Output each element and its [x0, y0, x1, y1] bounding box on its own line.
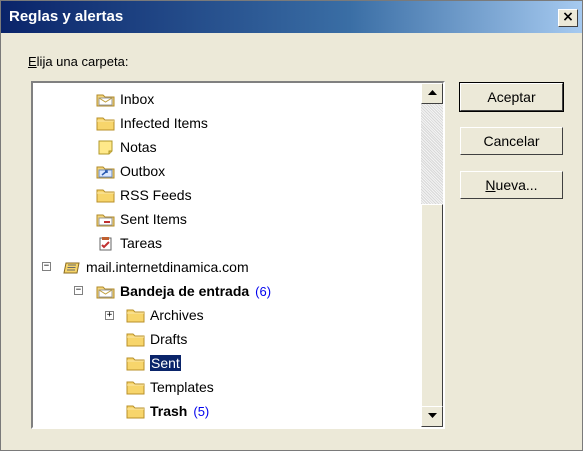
- folder-icon: [126, 308, 145, 323]
- tree-item-outbox[interactable]: Outbox: [96, 160, 165, 182]
- tree-item-notas[interactable]: Notas: [96, 136, 157, 158]
- tasks-icon: [96, 236, 115, 251]
- tree-item-label: Trash: [150, 403, 188, 419]
- new-folder-label: ueva...: [495, 177, 538, 193]
- tree-item-label: RSS Feeds: [120, 187, 192, 203]
- outbox-icon: [96, 164, 115, 179]
- tree-item-templates[interactable]: Templates: [126, 376, 214, 398]
- mailbox-icon: [62, 260, 81, 275]
- tree-item-inbox[interactable]: Inbox: [96, 88, 154, 110]
- choose-folder-label: Elija una carpeta:: [28, 54, 128, 69]
- folder-icon: [126, 332, 145, 347]
- tree-item-label: Bandeja de entrada: [120, 283, 250, 299]
- choose-folder-label-accesskey: E: [28, 54, 37, 69]
- notes-icon: [96, 140, 115, 155]
- folder-tree[interactable]: Inbox Infected Items Notas Outbox RSS Fe…: [31, 81, 445, 429]
- arrow-down-icon: [428, 413, 437, 418]
- tree-item-label: Inbox: [120, 91, 155, 107]
- tree-item-trash[interactable]: Trash (5): [126, 400, 209, 422]
- tree-item-label-selected: Sent: [150, 355, 181, 371]
- tree-item-archives[interactable]: Archives: [126, 304, 204, 326]
- tree-item-mailbox[interactable]: mail.internetdinamica.com: [62, 256, 249, 278]
- tree-item-label: Notas: [120, 139, 157, 155]
- tree-item-label: Templates: [150, 379, 214, 395]
- rules-alerts-dialog: Reglas y alertas × Elija una carpeta: In…: [0, 0, 583, 451]
- unread-count: (6): [255, 283, 272, 299]
- arrow-up-icon: [428, 90, 437, 95]
- accept-button[interactable]: Aceptar: [459, 82, 564, 112]
- title-bar[interactable]: Reglas y alertas ×: [1, 1, 582, 33]
- tree-item-tareas[interactable]: Tareas: [96, 232, 162, 254]
- tree-item-label: Outbox: [120, 163, 166, 179]
- folder-icon: [96, 116, 115, 131]
- new-folder-button[interactable]: Nueva...: [460, 171, 563, 199]
- collapse-mailbox-toggle[interactable]: −: [42, 262, 51, 271]
- vertical-scrollbar[interactable]: [421, 83, 443, 427]
- tree-item-sent-items[interactable]: Sent Items: [96, 208, 187, 230]
- collapse-inbox-toggle[interactable]: −: [74, 286, 83, 295]
- sent-items-icon: [96, 212, 115, 227]
- tree-item-label: Drafts: [150, 331, 188, 347]
- folder-icon: [126, 356, 145, 371]
- close-button[interactable]: ×: [558, 9, 578, 27]
- scroll-down-button[interactable]: [421, 406, 443, 427]
- tree-item-sent[interactable]: Sent: [126, 352, 181, 374]
- cancel-button[interactable]: Cancelar: [460, 127, 563, 155]
- inbox-folder-icon: [96, 92, 115, 107]
- expand-archives-toggle[interactable]: +: [105, 311, 114, 320]
- tree-item-bandeja-de-entrada[interactable]: Bandeja de entrada (6): [96, 280, 271, 302]
- inbox-folder-icon: [96, 284, 115, 299]
- tree-item-drafts[interactable]: Drafts: [126, 328, 187, 350]
- unread-count: (5): [193, 403, 210, 419]
- tree-item-label: Sent Items: [120, 211, 187, 227]
- tree-item-label: Infected Items: [120, 115, 208, 131]
- scroll-up-button[interactable]: [421, 83, 443, 104]
- tree-item-infected-items[interactable]: Infected Items: [96, 112, 208, 134]
- window-title: Reglas y alertas: [9, 8, 124, 25]
- tree-item-rss-feeds[interactable]: RSS Feeds: [96, 184, 192, 206]
- tree-item-label: Archives: [150, 307, 204, 323]
- tree-item-label: Tareas: [120, 235, 163, 251]
- scroll-track[interactable]: [421, 104, 443, 427]
- scroll-thumb[interactable]: [421, 204, 443, 427]
- folder-icon: [126, 404, 145, 419]
- folder-tree-content: Inbox Infected Items Notas Outbox RSS Fe…: [33, 83, 421, 427]
- folder-icon: [126, 380, 145, 395]
- new-folder-accesskey: N: [485, 177, 496, 193]
- tree-item-label: mail.internetdinamica.com: [86, 259, 249, 275]
- choose-folder-label-text: lija una carpeta:: [36, 54, 129, 69]
- folder-icon: [96, 188, 115, 203]
